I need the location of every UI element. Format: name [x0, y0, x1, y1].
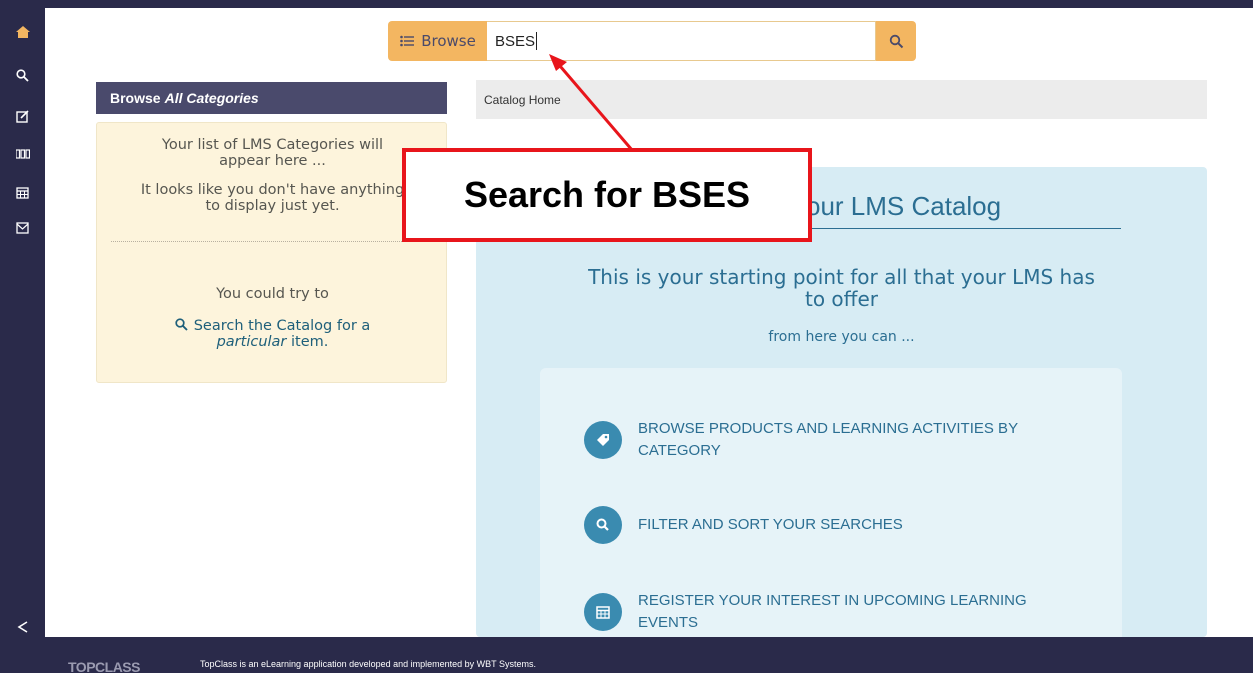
annotation-callout: Search for BSES [402, 148, 812, 242]
annotation-arrow [549, 54, 634, 151]
